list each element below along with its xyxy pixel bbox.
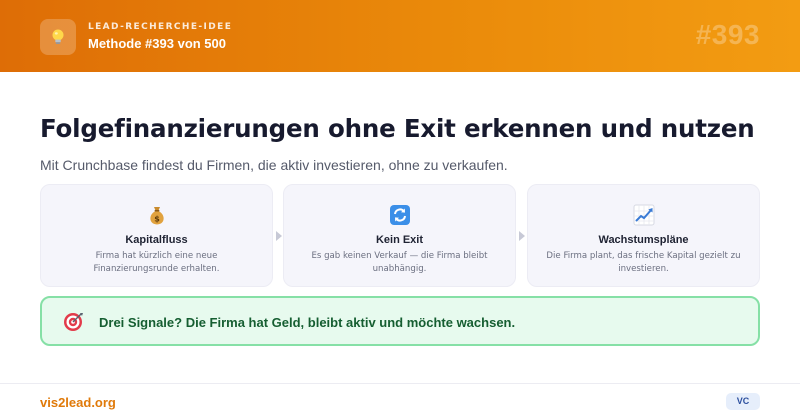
- header-kicker: LEAD-RECHERCHE-IDEE: [88, 22, 233, 32]
- target-icon: [64, 313, 83, 331]
- svg-text:$: $: [154, 215, 160, 224]
- lightbulb-icon: [52, 29, 64, 44]
- card-description: Es gab keinen Verkauf — die Firma bleibt…: [311, 251, 488, 274]
- category-tag: VC: [726, 393, 760, 410]
- card-title: Wachstumspläne: [598, 234, 689, 246]
- signal-cards: $ Kapitalfluss Firma hat kürzlich eine n…: [40, 184, 760, 287]
- method-number-watermark: #393: [695, 19, 760, 50]
- chevron-right-icon: [519, 231, 525, 241]
- card-kein-exit: Kein Exit Es gab keinen Verkauf — die Fi…: [283, 184, 516, 287]
- summary-callout: Drei Signale? Die Firma hat Geld, bleibt…: [40, 296, 760, 346]
- card-description: Firma hat kürzlich eine neue Finanzierun…: [93, 251, 220, 274]
- money-bag-icon: $: [149, 207, 164, 225]
- chevron-right-icon: [276, 231, 282, 241]
- card-wachstumsplaene: Wachstumspläne Die Firma plant, das fris…: [527, 184, 760, 287]
- card-title: Kein Exit: [375, 234, 424, 246]
- method-counter: Methode #393 von 500: [88, 36, 226, 51]
- page-subtitle: Mit Crunchbase findest du Firmen, die ak…: [40, 157, 508, 173]
- lightbulb-badge: [40, 19, 76, 55]
- card-description: Die Firma plant, das frische Kapital gez…: [546, 251, 741, 274]
- header-banner: LEAD-RECHERCHE-IDEE Methode #393 von 500…: [0, 0, 800, 72]
- card-kapitalfluss: $ Kapitalfluss Firma hat kürzlich eine n…: [40, 184, 273, 287]
- footer-divider: [0, 383, 800, 384]
- card-title: Kapitalfluss: [125, 234, 188, 246]
- cycle-arrows-icon: [389, 205, 410, 225]
- site-link[interactable]: vis2lead.org: [40, 395, 116, 410]
- page-title: Folgefinanzierungen ohne Exit erkennen u…: [40, 114, 755, 143]
- growth-chart-icon: [633, 204, 654, 226]
- callout-text: Drei Signale? Die Firma hat Geld, bleibt…: [99, 315, 516, 330]
